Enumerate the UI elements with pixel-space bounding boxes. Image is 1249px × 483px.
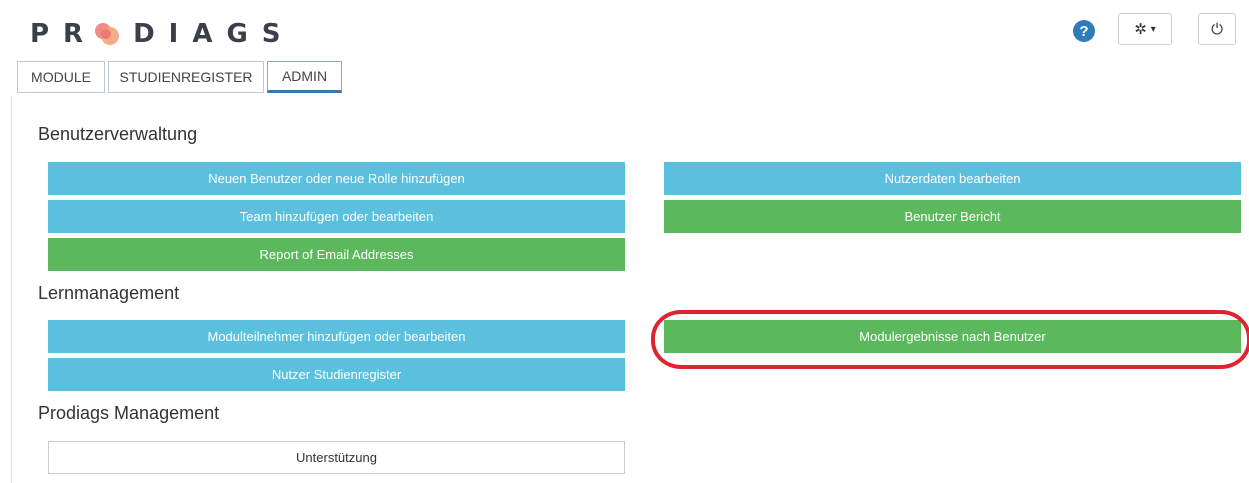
tab-studienregister[interactable]: STUDIENREGISTER xyxy=(108,61,264,93)
power-icon: ⏻ xyxy=(1211,20,1223,38)
highlight-annotation xyxy=(651,310,1249,369)
logo-mark-icon xyxy=(95,23,120,45)
content-left-border xyxy=(11,96,12,483)
tab-admin[interactable]: ADMIN xyxy=(267,61,342,93)
user-study-registry-button[interactable]: Nutzer Studienregister xyxy=(48,358,625,391)
support-button[interactable]: Unterstützung xyxy=(48,441,625,474)
logout-button[interactable]: ⏻ xyxy=(1198,13,1236,45)
section-title-learning: Lernmanagement xyxy=(38,283,180,303)
settings-dropdown-button[interactable]: ✲ ▾ xyxy=(1118,13,1172,45)
prodiags-logo[interactable]: PR DIAGS xyxy=(30,18,295,50)
edit-userdata-button[interactable]: Nutzerdaten bearbeiten xyxy=(664,162,1241,195)
main-tabs: MODULE STUDIENREGISTER ADMIN xyxy=(17,61,345,93)
section-title-user-admin: Benutzerverwaltung xyxy=(38,124,198,144)
help-icon[interactable]: ? xyxy=(1073,20,1095,42)
section-title-prodiags: Prodiags Management xyxy=(38,403,220,423)
add-user-or-role-button[interactable]: Neuen Benutzer oder neue Rolle hinzufüge… xyxy=(48,162,625,195)
chevron-down-icon: ▾ xyxy=(1150,23,1156,35)
tab-module[interactable]: MODULE xyxy=(17,61,105,93)
logo-text-suffix: DIAGS xyxy=(133,19,295,49)
email-report-button[interactable]: Report of Email Addresses xyxy=(48,238,625,271)
user-report-button[interactable]: Benutzer Bericht xyxy=(664,200,1241,233)
gear-icon: ✲ xyxy=(1134,21,1147,38)
edit-team-button[interactable]: Team hinzufügen oder bearbeiten xyxy=(48,200,625,233)
logo-text-prefix: PR xyxy=(30,19,98,49)
module-participants-button[interactable]: Modulteilnehmer hinzufügen oder bearbeit… xyxy=(48,320,625,353)
